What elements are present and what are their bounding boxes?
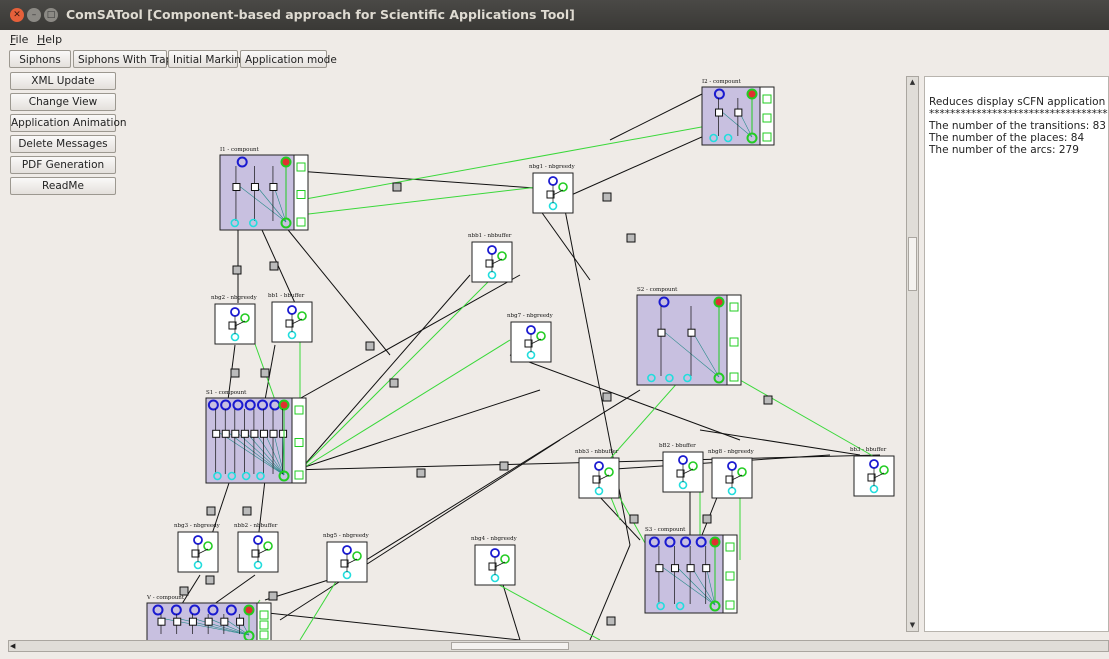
node-label: bb3 - bbuffer — [850, 447, 887, 453]
transition-square[interactable] — [268, 591, 278, 601]
compound-node[interactable]: I2 - compount — [701, 79, 775, 146]
toolbar: Siphons Siphons With Traps Initial Marki… — [0, 48, 1109, 70]
info-panel: Reduces display sCFN application graph *… — [924, 76, 1109, 632]
transition-square[interactable] — [365, 341, 375, 351]
horizontal-scrollbar[interactable]: ◀ — [8, 640, 1109, 652]
node-label: nbg5 - nbgreedy — [323, 533, 370, 539]
transition-square[interactable] — [416, 468, 426, 478]
maximize-icon[interactable]: □ — [44, 8, 58, 22]
info-line: The number of the arcs: 279 — [929, 144, 1079, 156]
node-label: nbb1 - nbbuffer — [468, 233, 512, 239]
node-label: bb1 - bbuffer — [268, 293, 305, 299]
menu-file[interactable]: File — [10, 33, 28, 46]
transition-square[interactable] — [602, 392, 612, 402]
node-label: S2 - compount — [637, 287, 678, 293]
node-label: I1 - compount — [220, 147, 260, 153]
node-label: nbg2 - nbgreedy — [211, 295, 258, 301]
transition-square[interactable] — [629, 514, 639, 524]
transition-square[interactable] — [206, 506, 216, 516]
component-node[interactable]: nbg5 - nbgreedy — [323, 533, 370, 583]
siphons-with-traps-button[interactable]: Siphons With Traps — [73, 50, 178, 68]
component-node[interactable]: nbb2 - nbbuffer — [234, 523, 279, 573]
node-label: nbg7 - nbgreedy — [507, 313, 554, 319]
scroll-left-icon[interactable]: ◀ — [10, 641, 15, 651]
node-label: S3 - compount — [645, 527, 686, 533]
component-node[interactable]: nbg4 - nbgreedy — [471, 536, 518, 586]
node-label: nbb3 - nbbuffer — [575, 449, 619, 455]
node-label: nbg3 - nbgreedy — [174, 523, 221, 529]
transition-square[interactable] — [626, 233, 636, 243]
compound-node[interactable]: S2 - compount — [636, 287, 742, 386]
title-bar: ✕ – □ ComSATool [Component-based approac… — [0, 0, 1109, 30]
readme-button[interactable]: ReadMe — [10, 177, 116, 195]
transition-square[interactable] — [179, 586, 189, 596]
node-label: nbg4 - nbgreedy — [471, 536, 518, 542]
transition-square[interactable] — [230, 368, 240, 378]
info-line: The number of the places: 84 — [929, 132, 1085, 144]
vertical-scrollbar[interactable]: ▲ ▼ — [906, 76, 919, 632]
component-node[interactable]: nbb1 - nbbuffer — [468, 233, 513, 283]
menu-help[interactable]: Help — [37, 33, 62, 46]
info-line: The number of the transitions: 83 — [929, 120, 1106, 132]
transition-square[interactable] — [606, 616, 616, 626]
transition-square[interactable] — [269, 261, 279, 271]
transition-square[interactable] — [389, 378, 399, 388]
component-node[interactable]: nbg2 - nbgreedy — [211, 295, 258, 345]
node-label: nbg8 - nbgreedy — [708, 449, 755, 455]
petri-net-graph[interactable]: nbg1 - nbgreedy nbb1 - nbbuffer nbg2 - nbg… — [131, 70, 902, 640]
xml-update-button[interactable]: XML Update — [10, 72, 116, 90]
transition-square[interactable] — [242, 506, 252, 516]
node-label: nbg1 - nbgreedy — [529, 164, 576, 170]
transition-square[interactable] — [232, 265, 242, 275]
graph-nodes: nbg1 - nbgreedy nbb1 - nbbuffer nbg2 - nbg… — [146, 79, 895, 640]
transition-square[interactable] — [702, 514, 712, 524]
minimize-icon[interactable]: – — [27, 8, 41, 22]
compound-node[interactable]: I1 - compount — [219, 147, 309, 231]
transition-square[interactable] — [205, 575, 215, 585]
node-label: S1 - compount — [206, 390, 247, 396]
menu-bar: File Help — [0, 30, 1109, 48]
compound-node[interactable]: S1 - compount — [205, 390, 307, 484]
transition-square[interactable] — [499, 461, 509, 471]
compound-node[interactable]: S3 - compount — [644, 527, 738, 614]
initial-marking-button[interactable]: Initial Marking — [168, 50, 248, 68]
node-label: nbb2 - nbbuffer — [234, 523, 278, 529]
transition-square[interactable] — [763, 395, 773, 405]
component-node[interactable]: bB2 - bbuffer — [659, 443, 704, 493]
application-animation-button[interactable]: Application Animation — [10, 114, 127, 132]
info-line: Reduces display sCFN application graph — [929, 96, 1108, 108]
change-view-button[interactable]: Change View — [10, 93, 116, 111]
node-label: bB2 - bbuffer — [659, 443, 696, 449]
horizontal-scroll-thumb[interactable] — [451, 642, 569, 650]
pdf-generation-button[interactable]: PDF Generation — [10, 156, 116, 174]
scroll-up-icon[interactable]: ▲ — [908, 78, 917, 87]
component-node[interactable]: nbg7 - nbgreedy — [507, 313, 554, 363]
scroll-down-icon[interactable]: ▼ — [908, 621, 917, 630]
component-node[interactable]: nbg1 - nbgreedy — [529, 164, 576, 214]
graph-canvas[interactable]: nbg1 - nbgreedy nbb1 - nbbuffer nbg2 - nbg… — [131, 70, 902, 640]
transition-square[interactable] — [602, 192, 612, 202]
application-mode-button[interactable]: Application mode — [240, 50, 337, 68]
node-label: I2 - compount — [702, 79, 742, 85]
compound-node[interactable]: V - compount — [146, 595, 272, 640]
siphons-button[interactable]: Siphons — [9, 50, 71, 68]
delete-messages-button[interactable]: Delete Messages — [10, 135, 116, 153]
vertical-scroll-thumb[interactable] — [908, 237, 917, 291]
close-icon[interactable]: ✕ — [10, 8, 24, 22]
component-node[interactable]: bb1 - bbuffer — [268, 293, 313, 343]
info-line: ************************************** — [929, 108, 1109, 120]
node-label: V - compount — [146, 595, 185, 601]
transition-square[interactable] — [392, 182, 402, 192]
transition-square[interactable] — [260, 368, 270, 378]
window-title: ComSATool [Component-based approach for … — [66, 7, 575, 22]
component-node[interactable]: nbg8 - nbgreedy — [708, 449, 755, 499]
